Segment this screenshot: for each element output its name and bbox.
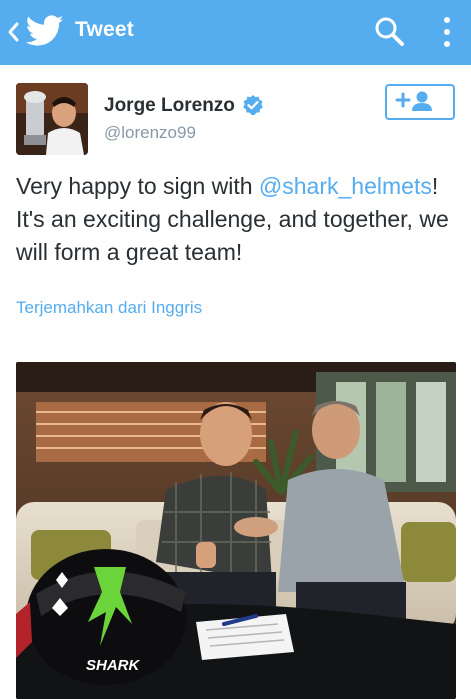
avatar-image	[16, 83, 88, 155]
chevron-left-icon[interactable]	[6, 20, 20, 44]
follow-button[interactable]	[385, 84, 455, 120]
add-user-icon	[395, 91, 432, 111]
twitter-bird-icon[interactable]	[26, 14, 64, 48]
mention-link[interactable]: @shark_helmets	[259, 173, 432, 199]
translate-link[interactable]: Terjemahkan dari Inggris	[16, 298, 202, 318]
verified-badge-icon	[243, 95, 263, 115]
author-name[interactable]: Jorge Lorenzo	[104, 95, 235, 117]
tweet-photo[interactable]: SHARK	[16, 362, 456, 699]
avatar[interactable]	[16, 83, 88, 155]
tweet-text: Very happy to sign with @shark_helmets! …	[16, 170, 461, 269]
tweet-text-start: Very happy to sign with	[16, 173, 259, 199]
search-icon[interactable]	[372, 14, 406, 48]
more-vertical-icon[interactable]	[435, 14, 459, 50]
app-bar: Tweet	[0, 0, 471, 65]
author-handle[interactable]: @lorenzo99	[104, 123, 196, 143]
page-title: Tweet	[75, 18, 134, 41]
helmet-logo-text: SHARK	[86, 657, 141, 674]
tweet-photo-image: SHARK	[16, 362, 456, 699]
